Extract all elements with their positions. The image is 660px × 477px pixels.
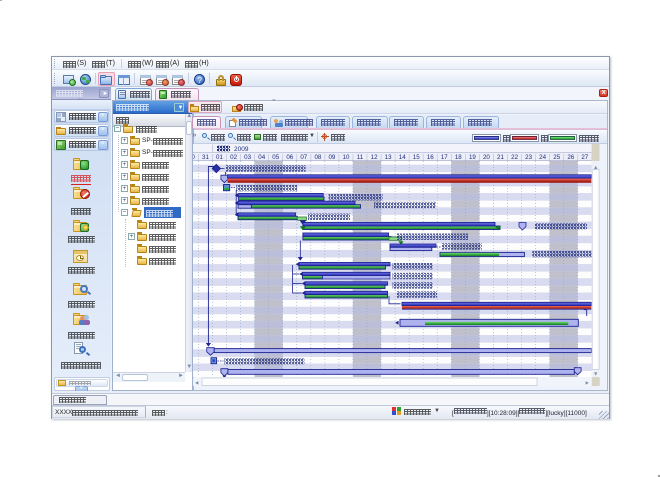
svg-text:06: 06	[286, 154, 293, 161]
svg-text:23: 23	[525, 154, 532, 161]
svg-text:18: 18	[455, 154, 462, 161]
svg-text:25: 25	[553, 154, 560, 161]
svg-text:24: 24	[539, 154, 546, 161]
svg-text:31: 31	[202, 154, 209, 161]
svg-text:03: 03	[244, 154, 251, 161]
svg-text:01: 01	[216, 154, 223, 161]
svg-text:21: 21	[497, 154, 504, 161]
svg-text:08: 08	[314, 154, 321, 161]
svg-text:05: 05	[272, 154, 279, 161]
svg-text:2009: 2009	[234, 146, 249, 153]
svg-text:02: 02	[230, 154, 237, 161]
svg-text:26: 26	[567, 154, 574, 161]
svg-text:◄: ◄	[194, 381, 199, 387]
svg-text:20: 20	[483, 154, 490, 161]
svg-text:04: 04	[258, 154, 265, 161]
svg-text:11: 11	[357, 154, 364, 161]
svg-text:22: 22	[511, 154, 518, 161]
svg-text:▼: ▼	[593, 372, 598, 378]
svg-text:13: 13	[385, 154, 392, 161]
svg-text:07: 07	[300, 154, 307, 161]
svg-text:►: ►	[585, 381, 590, 387]
svg-text:10: 10	[343, 154, 350, 161]
svg-text:12: 12	[371, 154, 378, 161]
svg-text:17: 17	[441, 154, 448, 161]
svg-text:14: 14	[399, 154, 406, 161]
svg-text:16: 16	[427, 154, 434, 161]
svg-text:27: 27	[581, 154, 588, 161]
svg-text:09: 09	[328, 154, 335, 161]
svg-text:15: 15	[413, 154, 420, 161]
svg-text:19: 19	[469, 154, 476, 161]
